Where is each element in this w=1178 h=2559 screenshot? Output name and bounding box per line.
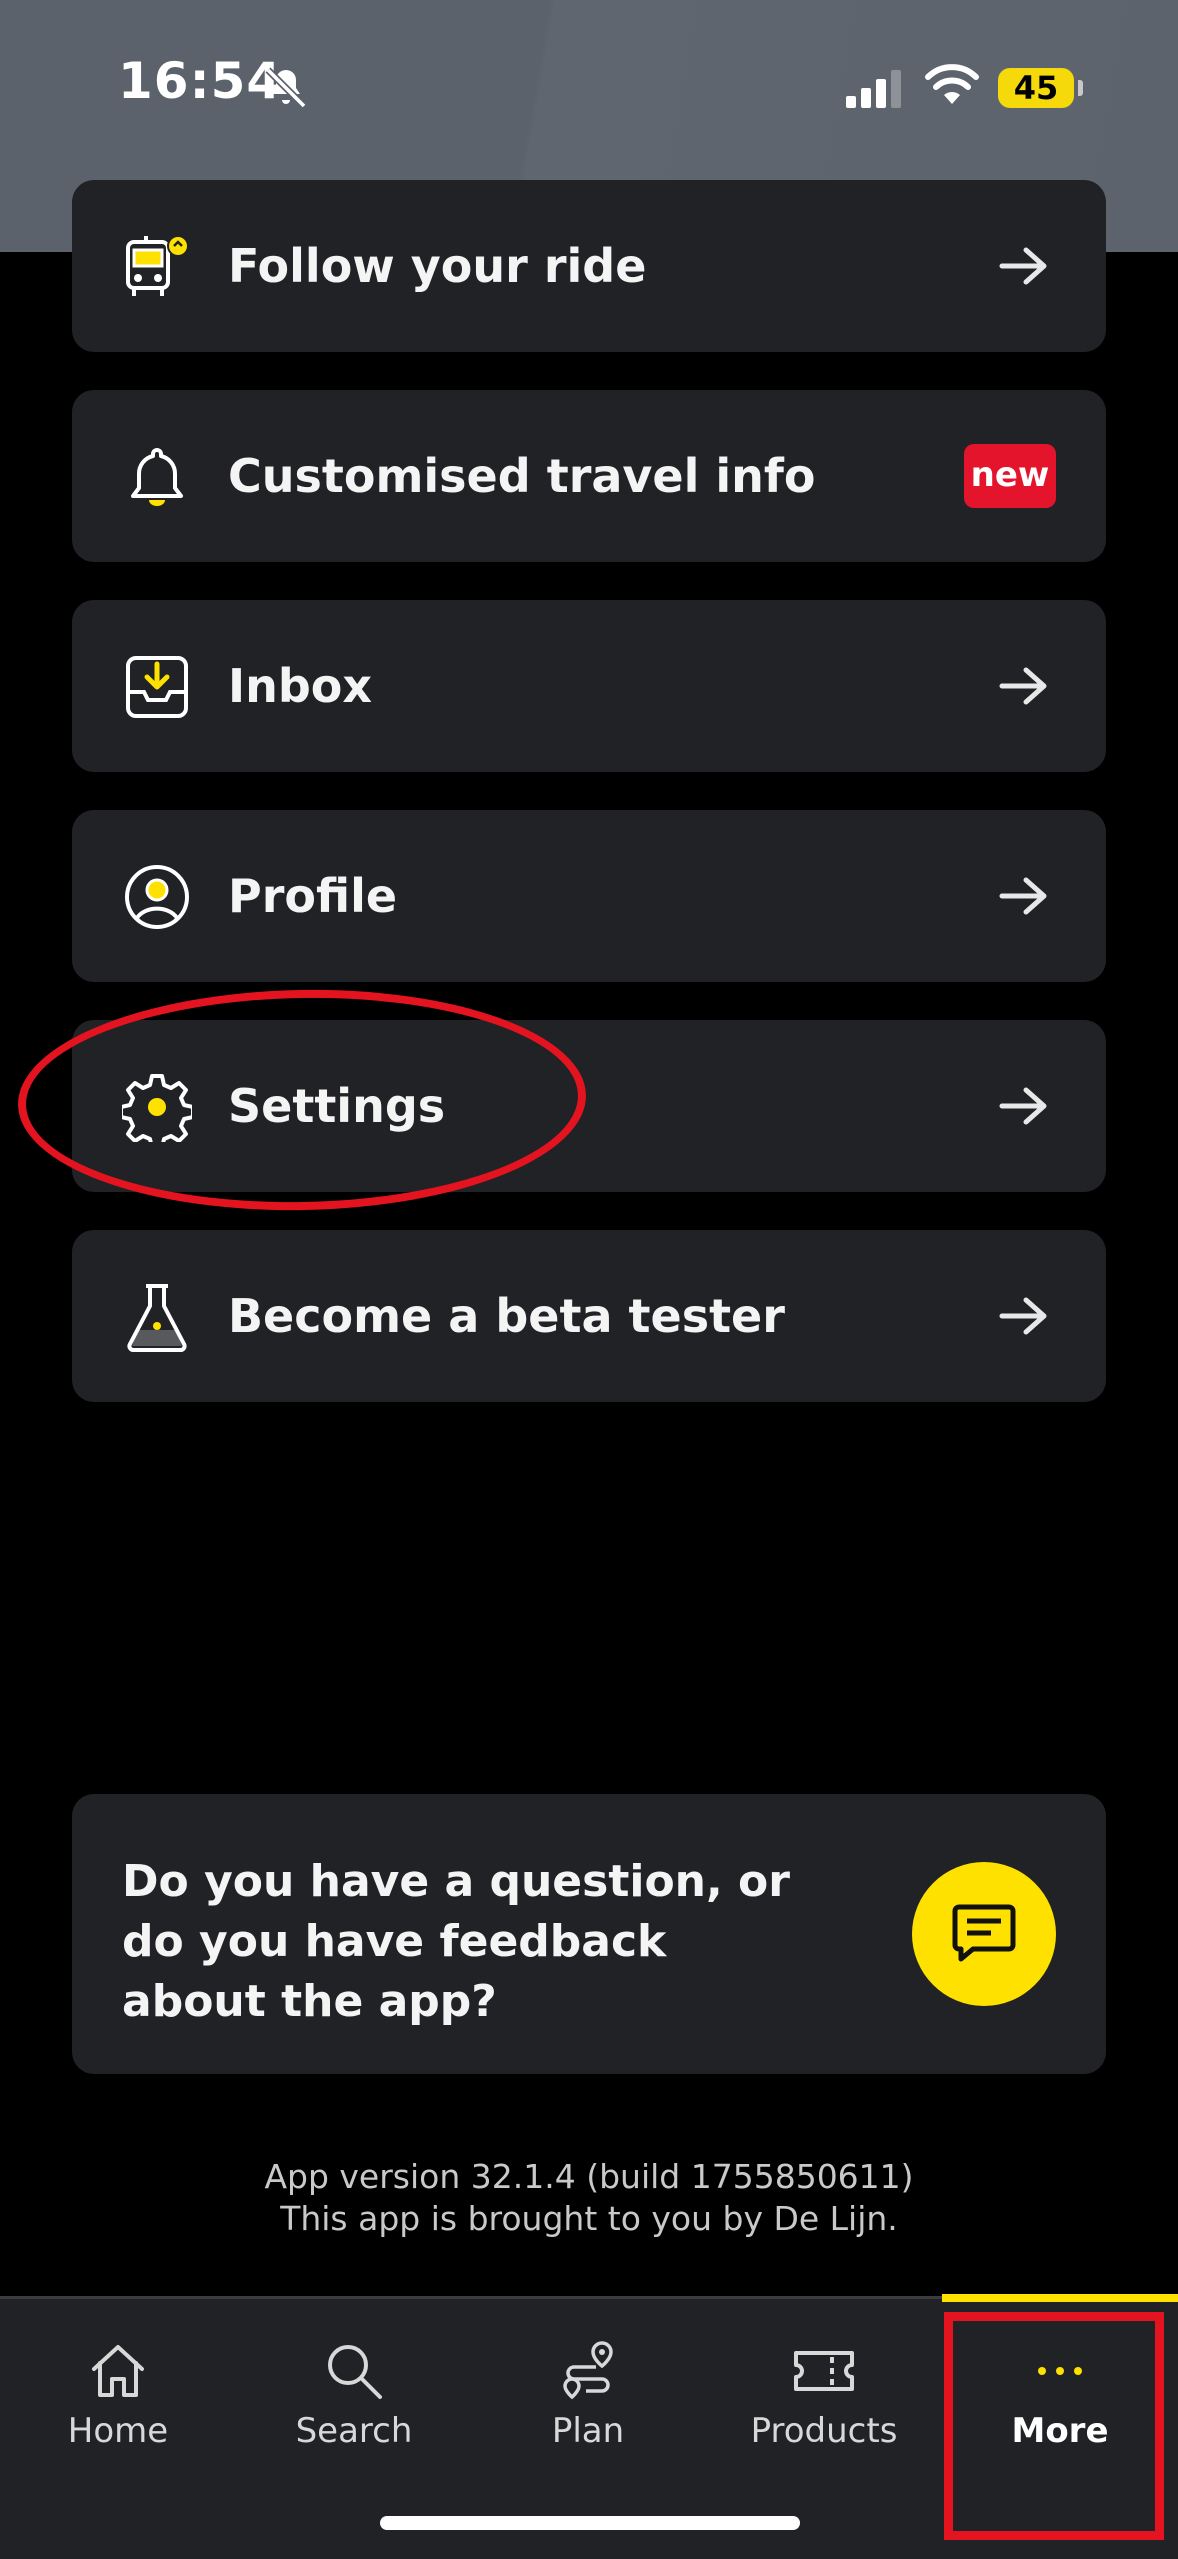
menu-item-profile[interactable]: Profile bbox=[72, 810, 1106, 982]
new-badge: new bbox=[964, 444, 1056, 508]
bus-tracking-icon bbox=[122, 232, 192, 302]
inbox-icon bbox=[122, 652, 192, 722]
arrow-right-icon bbox=[998, 874, 1050, 918]
tab-label: Products bbox=[750, 2411, 898, 2451]
feedback-text: Do you have a question, or do you have f… bbox=[122, 1856, 790, 2027]
cell-signal-icon bbox=[844, 68, 904, 112]
battery-cap bbox=[1078, 80, 1083, 96]
status-bar: 16:54 45 bbox=[0, 0, 1178, 180]
app-version-info: App version 32.1.4 (build 1755850611) Th… bbox=[0, 2156, 1178, 2240]
menu-item-label: Become a beta tester bbox=[228, 1289, 785, 1343]
tab-label: More bbox=[1011, 2411, 1109, 2451]
battery-level: 45 bbox=[998, 68, 1074, 108]
menu-item-beta-tester[interactable]: Become a beta tester bbox=[72, 1230, 1106, 1402]
menu-item-settings[interactable]: Settings bbox=[72, 1020, 1106, 1192]
tab-label: Home bbox=[67, 2411, 169, 2451]
credit-text: This app is brought to you by De Lijn. bbox=[280, 2199, 898, 2238]
tab-products[interactable]: Products bbox=[706, 2299, 942, 2499]
status-time: 16:54 bbox=[118, 52, 283, 110]
menu-item-label: Profile bbox=[228, 869, 398, 923]
feedback-card[interactable]: Do you have a question, or do you have f… bbox=[72, 1794, 1106, 2074]
bell-icon bbox=[122, 442, 192, 512]
chat-icon bbox=[949, 1897, 1019, 1971]
tab-plan[interactable]: Plan bbox=[470, 2299, 706, 2499]
ticket-icon bbox=[792, 2339, 856, 2403]
profile-icon bbox=[122, 862, 192, 932]
menu-item-inbox[interactable]: Inbox bbox=[72, 600, 1106, 772]
menu-item-label: Settings bbox=[228, 1079, 446, 1133]
gear-icon bbox=[119, 1072, 195, 1150]
version-text: App version 32.1.4 (build 1755850611) bbox=[264, 2157, 914, 2196]
menu-item-label: Customised travel info bbox=[228, 449, 816, 503]
tab-more[interactable]: More bbox=[942, 2299, 1178, 2499]
wifi-icon bbox=[924, 62, 980, 110]
arrow-right-icon bbox=[998, 244, 1050, 288]
search-icon bbox=[322, 2339, 386, 2403]
menu-item-label: Follow your ride bbox=[228, 239, 647, 293]
tab-search[interactable]: Search bbox=[236, 2299, 472, 2499]
arrow-right-icon bbox=[998, 1294, 1050, 1338]
menu-item-customised-travel-info[interactable]: Customised travel info new bbox=[72, 390, 1106, 562]
feedback-chat-button[interactable] bbox=[912, 1862, 1056, 2006]
silent-mode-icon bbox=[262, 64, 310, 116]
active-tab-indicator bbox=[942, 2294, 1178, 2302]
tab-home[interactable]: Home bbox=[0, 2299, 236, 2499]
arrow-right-icon bbox=[998, 1084, 1050, 1128]
route-icon bbox=[556, 2339, 620, 2403]
home-icon bbox=[86, 2339, 150, 2403]
more-icon bbox=[1028, 2339, 1092, 2403]
flask-icon bbox=[122, 1282, 192, 1352]
arrow-right-icon bbox=[998, 664, 1050, 708]
menu-item-follow-your-ride[interactable]: Follow your ride bbox=[72, 180, 1106, 352]
home-indicator[interactable] bbox=[380, 2516, 800, 2530]
tab-label: Plan bbox=[551, 2411, 625, 2451]
tab-label: Search bbox=[295, 2411, 413, 2451]
menu-item-label: Inbox bbox=[228, 659, 373, 713]
